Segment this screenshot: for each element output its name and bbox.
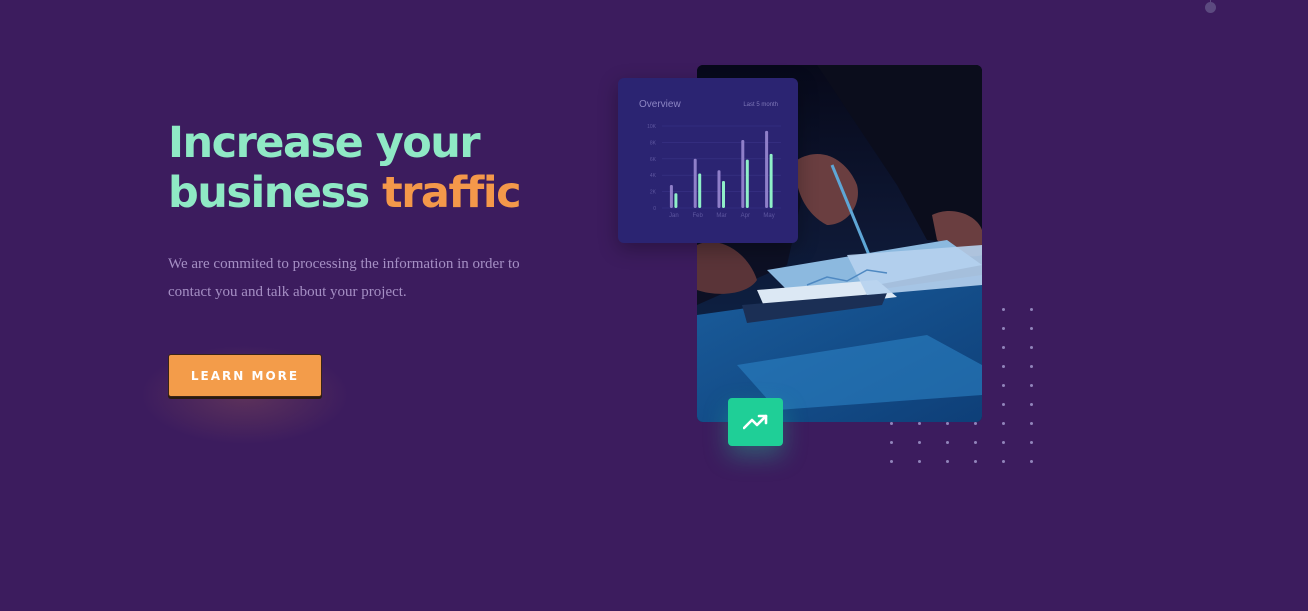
chart-bar-may-1 [765,130,769,208]
decor-dot [1002,308,1005,311]
trending-up-icon [742,414,767,430]
x-tick-label: Mar [716,213,726,219]
decor-dot [1030,365,1033,368]
chart-bar-mar-2 [722,180,725,208]
decor-dot [946,422,949,425]
y-tick-label: 6K [650,157,657,163]
x-tick-label: Apr [741,213,750,219]
decor-dot [1030,441,1033,444]
learn-more-button[interactable]: LEARN MORE [168,354,322,397]
decor-dot [1002,441,1005,444]
chart-bar-feb-2 [698,173,702,208]
decor-dot [1030,346,1033,349]
dot-pattern [888,305,1038,465]
decor-dot [918,460,921,463]
decor-dot [1030,384,1033,387]
decor-dot [1002,346,1005,349]
hero-title-line2: business [168,168,383,218]
overview-period: Last 5 month [743,102,778,108]
decor-dot [946,441,949,444]
chart-bar-apr-2 [745,159,749,208]
hero-title: Increase your business traffic [168,118,588,218]
decor-dot [918,422,921,425]
decor-dot [1002,460,1005,463]
decor-dot [1030,327,1033,330]
decor-dot [1030,403,1033,406]
y-tick-label: 10K [647,124,657,130]
decor-dot [1002,327,1005,330]
overview-bar-chart: 10K 8K 6K 4K 2K 0 Jan Feb Mar Apr May [647,124,781,219]
decor-dot [974,422,977,425]
chart-bar-apr-1 [741,139,745,208]
decor-dot [1002,384,1005,387]
hero-description: We are commited to processing the inform… [168,256,520,300]
x-tick-label: Jan [669,213,679,219]
decor-dot [890,422,893,425]
decor-dot [974,441,977,444]
decor-dot [918,441,921,444]
chart-bar-may-2 [769,153,773,208]
decor-dot [1030,460,1033,463]
decor-dot [890,441,893,444]
decor-dot [1030,422,1033,425]
overview-title: Overview [639,99,681,110]
y-tick-label: 8K [650,140,657,146]
decor-dot [974,460,977,463]
decor-dot [1030,308,1033,311]
y-tick-label: 4K [650,173,657,179]
decor-dot [1002,365,1005,368]
overview-card: Overview Last 5 month 10K 8K 6K 4K 2K 0 Jan Feb… [618,78,798,243]
chart-bar-jan-2 [674,193,678,208]
x-tick-label: Feb [693,213,704,219]
chart-bar-jan-1 [669,185,673,208]
decor-dot [1002,422,1005,425]
y-tick-label: 0 [653,206,656,212]
x-tick-label: May [763,213,774,219]
chart-bar-mar-1 [717,170,721,208]
decor-dot [1002,403,1005,406]
hero-title-line1: Increase your [168,118,481,168]
corner-decoration-dot [1205,2,1216,13]
trend-badge[interactable] [728,398,783,446]
y-tick-label: 2K [650,190,657,196]
decor-dot [946,460,949,463]
hero-title-accent: traffic [382,168,521,218]
chart-bar-feb-1 [693,158,697,208]
decor-dot [890,460,893,463]
